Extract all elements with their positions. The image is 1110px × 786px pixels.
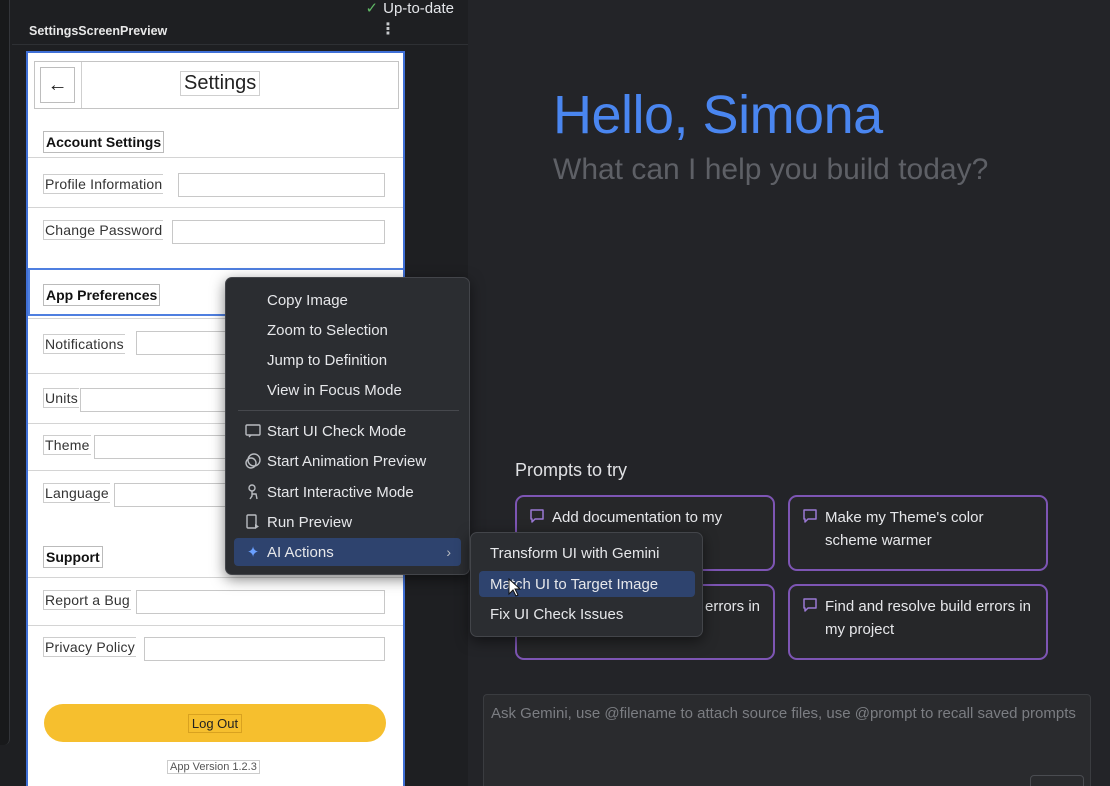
menu-item-label: Run Preview xyxy=(267,513,353,531)
chat-bubble-icon xyxy=(803,509,817,523)
menu-item-interactive-mode[interactable]: Start Interactive Mode xyxy=(234,478,461,506)
prompt-text: Make my Theme's color scheme warmer xyxy=(825,509,984,549)
menu-item-label: Jump to Definition xyxy=(267,351,388,369)
logout-label: Log Out xyxy=(187,713,243,733)
greeting-title: Hello, Simona xyxy=(553,85,883,145)
menu-item-label: Start Interactive Mode xyxy=(267,483,414,501)
ai-actions-submenu: Transform UI with Gemini Match UI to Tar… xyxy=(470,532,703,637)
preview-name: SettingsScreenPreview xyxy=(29,24,168,38)
menu-item-zoom-to-selection[interactable]: Zoom to Selection xyxy=(234,316,461,344)
app-bar: ← Settings xyxy=(34,61,399,109)
row-bounds xyxy=(94,435,226,459)
row-bounds xyxy=(136,331,226,355)
menu-item-animation-preview[interactable]: Start Animation Preview xyxy=(234,447,461,475)
menu-item-jump-to-definition[interactable]: Jump to Definition xyxy=(234,346,461,374)
row-label: Notifications xyxy=(43,334,125,354)
menu-item-label: Copy Image xyxy=(267,291,348,309)
row-bounds xyxy=(136,590,385,614)
row-bounds xyxy=(144,637,385,661)
context-menu: Copy Image Zoom to Selection Jump to Def… xyxy=(225,277,470,575)
run-preview-icon xyxy=(244,513,262,531)
animation-icon xyxy=(244,452,262,470)
menu-item-label: View in Focus Mode xyxy=(267,381,402,399)
menu-item-ai-actions[interactable]: ✦ AI Actions › xyxy=(234,538,461,566)
menu-item-label: AI Actions xyxy=(267,543,334,561)
prompt-card[interactable]: Make my Theme's color scheme warmer xyxy=(788,495,1048,571)
chat-input[interactable]: Ask Gemini, use @filename to attach sour… xyxy=(483,694,1091,786)
submenu-item-label: Transform UI with Gemini xyxy=(490,544,660,562)
status-text: Up-to-date xyxy=(383,0,454,17)
prompt-text: Add documentation to my xyxy=(552,509,723,526)
settings-row[interactable]: Report a Bug xyxy=(28,577,403,625)
mouse-cursor-icon xyxy=(508,578,522,597)
row-bounds xyxy=(178,173,385,197)
section-title-preferences: App Preferences xyxy=(43,284,161,306)
screen-title: Settings xyxy=(180,71,261,96)
chat-input-placeholder: Ask Gemini, use @filename to attach sour… xyxy=(491,705,1076,722)
logout-button[interactable]: Log Out xyxy=(44,704,386,742)
row-bounds xyxy=(80,388,226,412)
sparkle-icon: ✦ xyxy=(246,544,260,561)
row-label: Language xyxy=(43,483,110,503)
row-label: Units xyxy=(43,388,79,408)
ui-check-icon xyxy=(244,422,262,440)
menu-item-label: Start UI Check Mode xyxy=(267,422,407,440)
menu-item-focus-mode[interactable]: View in Focus Mode xyxy=(234,376,461,404)
settings-row[interactable]: Privacy Policy xyxy=(28,625,403,675)
check-icon: ✓ xyxy=(365,0,379,17)
submenu-item-fix-ui-check[interactable]: Fix UI Check Issues xyxy=(479,601,695,627)
submenu-item-transform-ui[interactable]: Transform UI with Gemini xyxy=(479,540,695,566)
menu-item-ui-check-mode[interactable]: Start UI Check Mode xyxy=(234,417,461,445)
row-bounds xyxy=(172,220,385,244)
more-options-icon[interactable]: ⋮ xyxy=(380,22,396,38)
chat-bubble-icon xyxy=(803,598,817,612)
settings-row[interactable]: Change Password xyxy=(28,207,403,254)
section-title-support: Support xyxy=(43,546,103,568)
chevron-right-icon: › xyxy=(446,544,451,560)
divider xyxy=(81,62,82,108)
settings-row[interactable]: Profile Information xyxy=(28,157,403,207)
row-label: Change Password xyxy=(43,220,164,240)
row-bounds xyxy=(114,483,226,507)
section-title-account: Account Settings xyxy=(43,131,165,153)
app-version: App Version 1.2.3 xyxy=(167,760,260,774)
menu-item-label: Start Animation Preview xyxy=(267,452,427,470)
row-label: Privacy Policy xyxy=(43,637,136,657)
row-label: Profile Information xyxy=(43,174,164,194)
menu-item-label: Zoom to Selection xyxy=(267,321,388,339)
menu-item-copy-image[interactable]: Copy Image xyxy=(234,286,461,314)
submenu-item-label: Fix UI Check Issues xyxy=(490,605,624,623)
interactive-icon xyxy=(244,483,262,501)
send-button[interactable] xyxy=(1030,775,1084,786)
menu-item-run-preview[interactable]: Run Preview xyxy=(234,508,461,536)
row-label: Report a Bug xyxy=(43,590,131,610)
prompt-text: Find and resolve build errors in my proj… xyxy=(825,598,1031,638)
tool-window-edge xyxy=(0,0,10,745)
chat-bubble-icon xyxy=(530,509,544,523)
row-label: Theme xyxy=(43,435,91,455)
back-arrow-icon[interactable]: ← xyxy=(40,67,75,103)
prompt-card[interactable]: Find and resolve build errors in my proj… xyxy=(788,584,1048,660)
menu-separator xyxy=(238,410,459,411)
prompt-text: errors in xyxy=(705,598,761,615)
greeting-subtitle: What can I help you build today? xyxy=(553,153,989,186)
status-indicator: ✓ Up-to-date xyxy=(366,0,454,17)
divider xyxy=(12,44,468,45)
prompts-heading: Prompts to try xyxy=(515,460,628,480)
